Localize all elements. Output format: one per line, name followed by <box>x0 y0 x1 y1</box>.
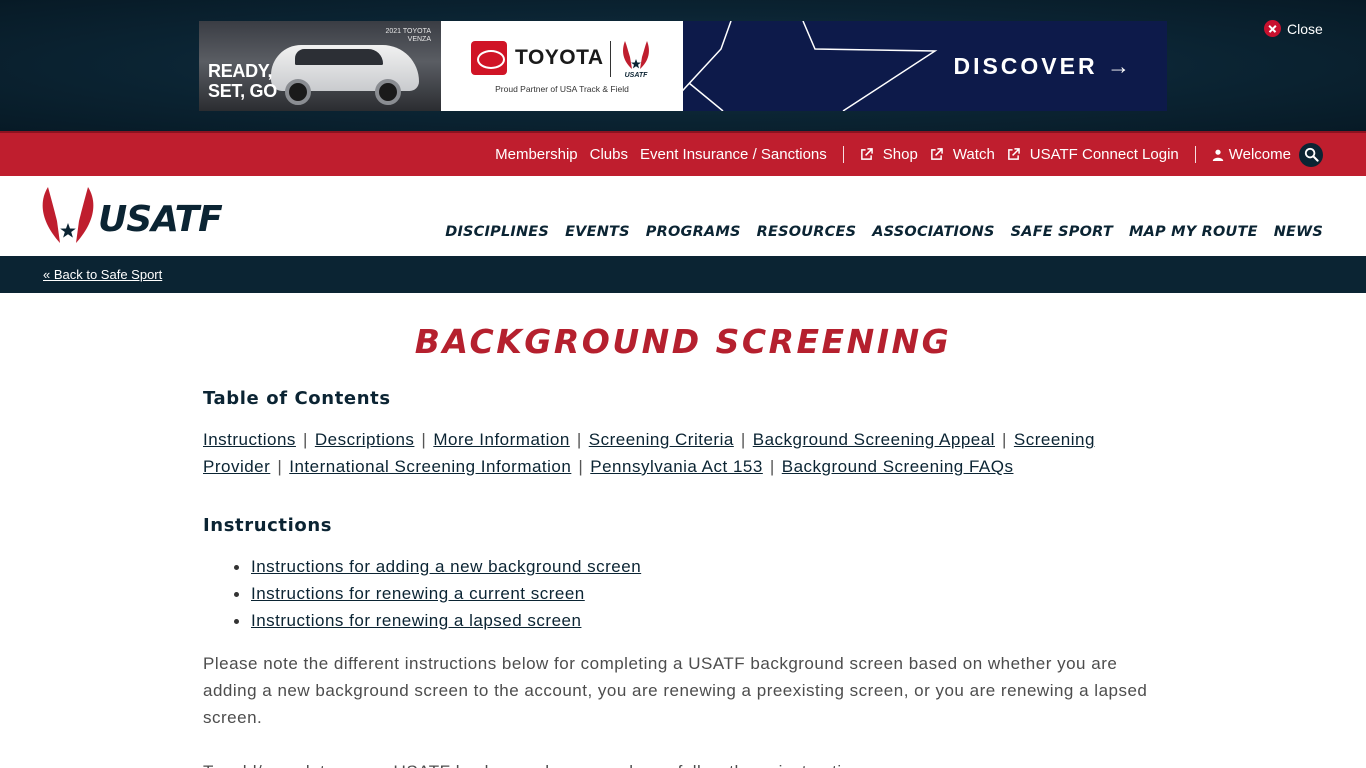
nav-programs[interactable]: PROGRAMS <box>646 224 741 240</box>
toyota-advertisement[interactable]: 2021 TOYOTA VENZA READY, SET, GO TOYOTA … <box>199 21 1167 111</box>
toc-background-screening-appeal-link[interactable]: Background Screening Appeal <box>753 430 995 449</box>
toc-background-screening-faqs-link[interactable]: Background Screening FAQs <box>782 457 1014 476</box>
ad-brand: TOYOTA <box>515 46 604 69</box>
instructions-renew-lapsed-link[interactable]: Instructions for renewing a lapsed scree… <box>251 611 581 630</box>
toc-instructions-link[interactable]: Instructions <box>203 430 296 449</box>
usatf-wings-icon: USATF <box>623 41 649 79</box>
ad-usatf-mark-text: USATF <box>625 72 649 79</box>
ad-cta[interactable]: DISCOVER → <box>953 53 1133 80</box>
ad-toyota-panel: TOYOTA USATF Proud Partner of USA Track … <box>441 21 683 111</box>
toc-international-screening-link[interactable]: International Screening Information <box>289 457 571 476</box>
list-item: Instructions for renewing a current scre… <box>233 580 1165 607</box>
instructions-heading: Instructions <box>203 515 333 536</box>
main-nav: DISCIPLINES EVENTS PROGRAMS RESOURCES AS… <box>445 224 1323 240</box>
instructions-new-screen-link[interactable]: Instructions for adding a new background… <box>251 557 641 576</box>
usatf-connect-login-link[interactable]: USATF Connect Login <box>1007 146 1179 163</box>
external-link-icon <box>930 148 943 160</box>
watch-link[interactable]: Watch <box>930 146 995 163</box>
instructions-renew-current-link[interactable]: Instructions for renewing a current scre… <box>251 584 585 603</box>
toc-more-information-link[interactable]: More Information <box>433 430 570 449</box>
close-label: Close <box>1287 20 1323 37</box>
nav-associations[interactable]: ASSOCIATIONS <box>872 224 994 240</box>
ad-banner-area: 2021 TOYOTA VENZA READY, SET, GO TOYOTA … <box>0 0 1366 131</box>
ad-tagline: READY, SET, GO <box>208 61 277 101</box>
nav-events[interactable]: EVENTS <box>565 224 630 240</box>
ad-discover-panel: DISCOVER → <box>683 21 1167 111</box>
instructions-list: Instructions for adding a new background… <box>233 553 1165 634</box>
shop-label: Shop <box>882 146 918 163</box>
nav-map-my-route[interactable]: MAP MY ROUTE <box>1129 224 1258 240</box>
utility-bar: Membership Clubs Event Insurance / Sanct… <box>0 131 1366 176</box>
toc-screening-criteria-link[interactable]: Screening Criteria <box>589 430 734 449</box>
car-window <box>295 49 383 65</box>
usatf-connect-login-label: USATF Connect Login <box>1029 146 1179 163</box>
usatf-logo[interactable]: USATF <box>40 185 236 247</box>
breadcrumb: « Back to Safe Sport <box>0 256 1366 293</box>
page-title: BACKGROUND SCREENING <box>414 322 952 361</box>
close-icon <box>1264 20 1281 37</box>
table-of-contents: Instructions | Descriptions | More Informati… <box>203 430 1095 476</box>
instructions-note: Please note the different instructions b… <box>203 654 1148 727</box>
usatf-wings-icon <box>42 187 94 243</box>
divider <box>842 146 844 163</box>
list-item: Instructions for adding a new background… <box>233 553 1165 580</box>
toyota-logo-icon <box>471 41 507 75</box>
car-wheel <box>375 79 401 105</box>
divider <box>1194 146 1196 163</box>
utility-nav: Membership Clubs Event Insurance / Sanct… <box>495 133 1323 176</box>
logo-wordmark: USATF <box>98 199 223 240</box>
clubs-link[interactable]: Clubs <box>590 146 628 163</box>
ad-car-model: 2021 TOYOTA VENZA <box>385 28 431 43</box>
ad-partner-text: Proud Partner of USA Track & Field <box>495 84 629 94</box>
membership-link[interactable]: Membership <box>495 146 578 163</box>
nav-disciplines[interactable]: DISCIPLINES <box>445 224 549 240</box>
welcome-label: Welcome <box>1228 146 1291 163</box>
watch-label: Watch <box>952 146 995 163</box>
external-link-icon <box>1007 148 1020 160</box>
toc-descriptions-link[interactable]: Descriptions <box>315 430 415 449</box>
toc-heading: Table of Contents <box>203 388 391 409</box>
nav-resources[interactable]: RESOURCES <box>757 224 857 240</box>
external-link-icon <box>860 148 873 160</box>
list-item: Instructions for renewing a lapsed scree… <box>233 607 1165 634</box>
search-button[interactable] <box>1299 142 1323 167</box>
close-ad-button[interactable]: Close <box>1264 20 1323 37</box>
main-header: USATF DISCIPLINES EVENTS PROGRAMS RESOUR… <box>0 176 1366 256</box>
new-screen-intro: To add/complete a new USATF background s… <box>203 758 1165 768</box>
main-content: Table of Contents Instructions | Descripti… <box>203 388 1165 768</box>
search-icon <box>1304 147 1319 162</box>
event-insurance-link[interactable]: Event Insurance / Sanctions <box>640 146 827 163</box>
nav-news[interactable]: NEWS <box>1274 224 1323 240</box>
shop-link[interactable]: Shop <box>860 146 918 163</box>
ad-car-panel: 2021 TOYOTA VENZA READY, SET, GO <box>199 21 441 111</box>
back-to-safe-sport-link[interactable]: « Back to Safe Sport <box>43 267 162 282</box>
welcome-account-link[interactable]: Welcome <box>1212 146 1291 163</box>
nav-safe-sport[interactable]: SAFE SPORT <box>1011 224 1113 240</box>
toc-pennsylvania-act-153-link[interactable]: Pennsylvania Act 153 <box>590 457 763 476</box>
ad-divider <box>610 41 611 77</box>
user-icon <box>1212 149 1223 161</box>
